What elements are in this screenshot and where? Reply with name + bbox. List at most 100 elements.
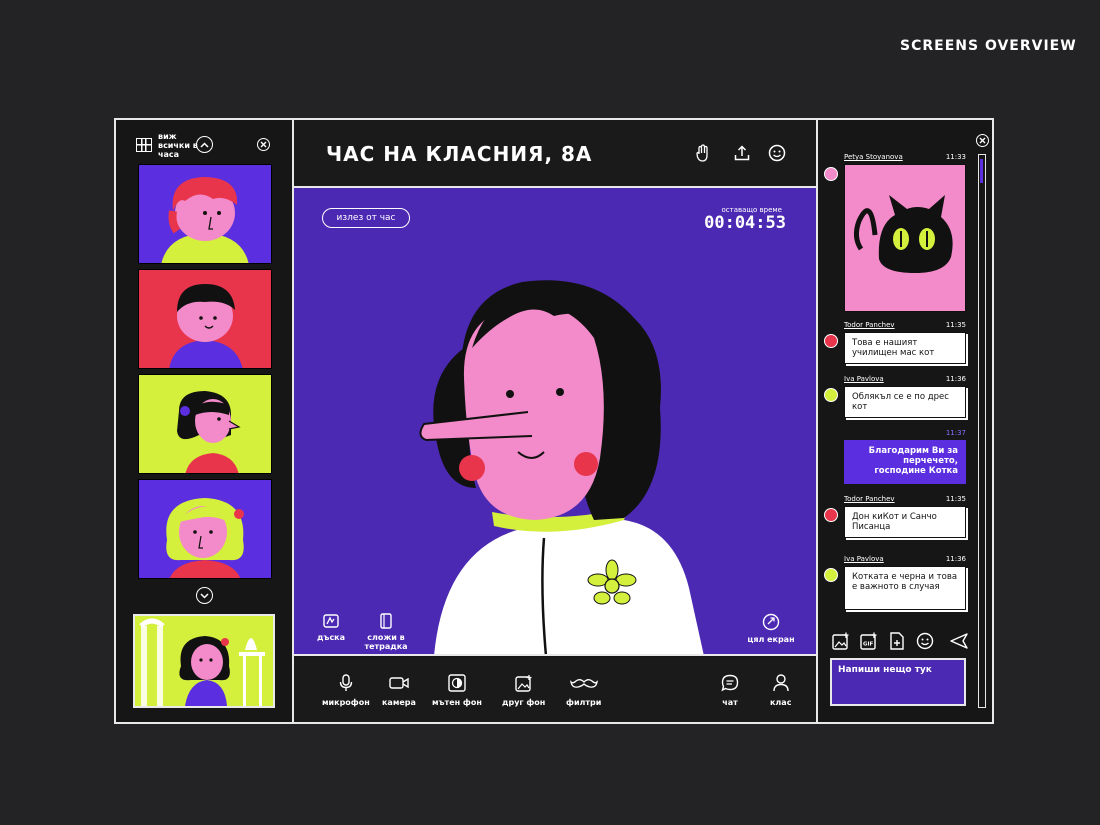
call-toolbar: микрофон камера мътен фон друг фон филтр… — [294, 658, 816, 722]
chat-button[interactable]: чат — [721, 674, 739, 707]
scrollbar-thumb[interactable] — [980, 159, 983, 183]
emoji-icon[interactable] — [766, 142, 788, 164]
notebook-label: сложи в тетрадка — [364, 633, 408, 651]
avatar — [824, 508, 838, 522]
message-bubble: Облякъл се е по дрес кот — [844, 386, 966, 418]
chat-label: чат — [722, 698, 738, 707]
image-upload-icon[interactable] — [832, 632, 850, 650]
avatar — [824, 334, 838, 348]
filters-button[interactable]: филтри — [566, 674, 601, 707]
microphone-button[interactable]: микрофон — [322, 674, 370, 707]
sender-name: Todor Panchev — [844, 495, 895, 503]
participant-avatar — [161, 177, 249, 263]
own-message-bubble: Благодарим Ви за перчечето, господине Ко… — [844, 440, 966, 484]
message-time: 11:35 — [945, 321, 966, 329]
avatar — [824, 388, 838, 402]
avatar — [824, 167, 838, 181]
sender-name: Petya Stoyanova — [844, 153, 903, 161]
message-time: 11:36 — [945, 555, 966, 563]
cat-illustration — [853, 195, 953, 273]
message-time: 11:36 — [945, 375, 966, 383]
class-button[interactable]: клас — [770, 674, 791, 707]
sender-name: Iva Pavlova — [844, 555, 884, 563]
main-area: ЧАС НА КЛАСНИЯ, 8А излез от час оставащо… — [294, 120, 816, 722]
camera-icon — [389, 677, 409, 689]
message-header: Iva Pavlova 11:36 — [844, 375, 966, 383]
chat-tools: GIF — [832, 632, 972, 650]
filters-label: филтри — [566, 698, 602, 707]
chat-scrollbar[interactable] — [978, 154, 986, 708]
user-icon — [773, 674, 789, 692]
participant-avatar — [177, 391, 241, 473]
self-avatar — [139, 618, 265, 706]
chat-panel: Petya Stoyanova 11:33 Todor Panchev 11:3… — [816, 120, 992, 722]
blur-background-icon — [448, 674, 466, 692]
notebook-button[interactable]: сложи в тетрадка — [364, 613, 408, 651]
message-header: Todor Panchev 11:35 — [844, 321, 966, 329]
fullscreen-button[interactable]: цял екран — [746, 613, 796, 644]
message-input[interactable]: Напиши нещо тук — [830, 658, 966, 706]
microphone-label: микрофон — [322, 698, 370, 707]
message-bubble: Дон киКот и Санчо Писанца — [844, 506, 966, 538]
view-all-label[interactable]: виж всички в часа — [158, 132, 198, 159]
share-icon[interactable] — [731, 142, 753, 164]
message-header: Todor Panchev 11:35 — [844, 495, 966, 503]
participant-tile[interactable] — [138, 269, 272, 369]
chat-icon — [721, 674, 739, 692]
blur-background-label: мътен фон — [432, 698, 482, 707]
board-button[interactable]: дъска — [316, 613, 346, 642]
participants-sidebar: виж всички в часа — [116, 120, 294, 722]
screens-overview-label: SCREENS OVERVIEW — [900, 38, 1077, 54]
blur-background-button[interactable]: мътен фон — [432, 674, 482, 707]
other-background-button[interactable]: друг фон — [502, 674, 545, 707]
camera-label: камера — [382, 698, 416, 707]
file-attach-icon[interactable] — [888, 632, 906, 650]
send-icon[interactable] — [950, 632, 968, 650]
svg-text:GIF: GIF — [863, 642, 874, 648]
participant-tile[interactable] — [138, 479, 272, 579]
microphone-icon — [339, 674, 353, 691]
message-bubble: Котката е черна и това е важното в случа… — [844, 566, 966, 610]
emoji-picker-icon[interactable] — [916, 632, 934, 650]
self-video-tile[interactable] — [133, 614, 275, 708]
avatar — [824, 568, 838, 582]
message-header: Petya Stoyanova 11:33 — [844, 153, 966, 161]
shared-image[interactable] — [844, 164, 966, 312]
participant-avatar — [166, 498, 244, 578]
change-background-icon — [514, 675, 532, 692]
sender-name: Iva Pavlova — [844, 375, 884, 383]
participant-tile[interactable] — [138, 374, 272, 474]
app-window: виж всички в часа ЧАС НА КЛАСНИЯ, 8А изл… — [114, 118, 994, 724]
close-icon[interactable] — [257, 138, 270, 151]
board-icon — [323, 614, 339, 628]
sender-name: Todor Panchev — [844, 321, 895, 329]
leave-class-button[interactable]: излез от час — [322, 208, 410, 228]
close-chat-icon[interactable] — [976, 134, 989, 147]
fullscreen-icon — [762, 613, 780, 631]
teacher-illustration — [419, 280, 704, 654]
class-label: клас — [770, 698, 792, 707]
board-label: дъска — [316, 633, 346, 642]
chevron-down-icon[interactable] — [196, 587, 213, 604]
message-header: Iva Pavlova 11:36 — [844, 555, 966, 563]
gif-icon[interactable]: GIF — [860, 632, 878, 650]
message-bubble: Това е нашият училищен мас кот — [844, 332, 966, 364]
message-time: 11:37 — [945, 429, 966, 437]
message-header: 11:37 — [844, 429, 966, 437]
grid-icon[interactable] — [136, 138, 152, 152]
other-background-label: друг фон — [502, 698, 546, 707]
camera-button[interactable]: камера — [382, 674, 416, 707]
fullscreen-label: цял екран — [747, 635, 795, 644]
mustache-icon — [569, 679, 598, 688]
main-video: излез от час оставащо време 00:04:53 дъс… — [294, 188, 816, 656]
page-title: ЧАС НА КЛАСНИЯ, 8А — [326, 142, 593, 166]
timer-value: 00:04:53 — [704, 213, 786, 233]
raise-hand-icon[interactable] — [692, 142, 714, 164]
message-time: 11:33 — [945, 153, 966, 161]
participant-tile[interactable] — [138, 164, 272, 264]
participant-avatar — [169, 284, 243, 368]
notebook-icon — [380, 613, 392, 629]
call-header: ЧАС НА КЛАСНИЯ, 8А — [294, 120, 816, 188]
chevron-up-icon[interactable] — [196, 136, 213, 153]
message-time: 11:35 — [945, 495, 966, 503]
